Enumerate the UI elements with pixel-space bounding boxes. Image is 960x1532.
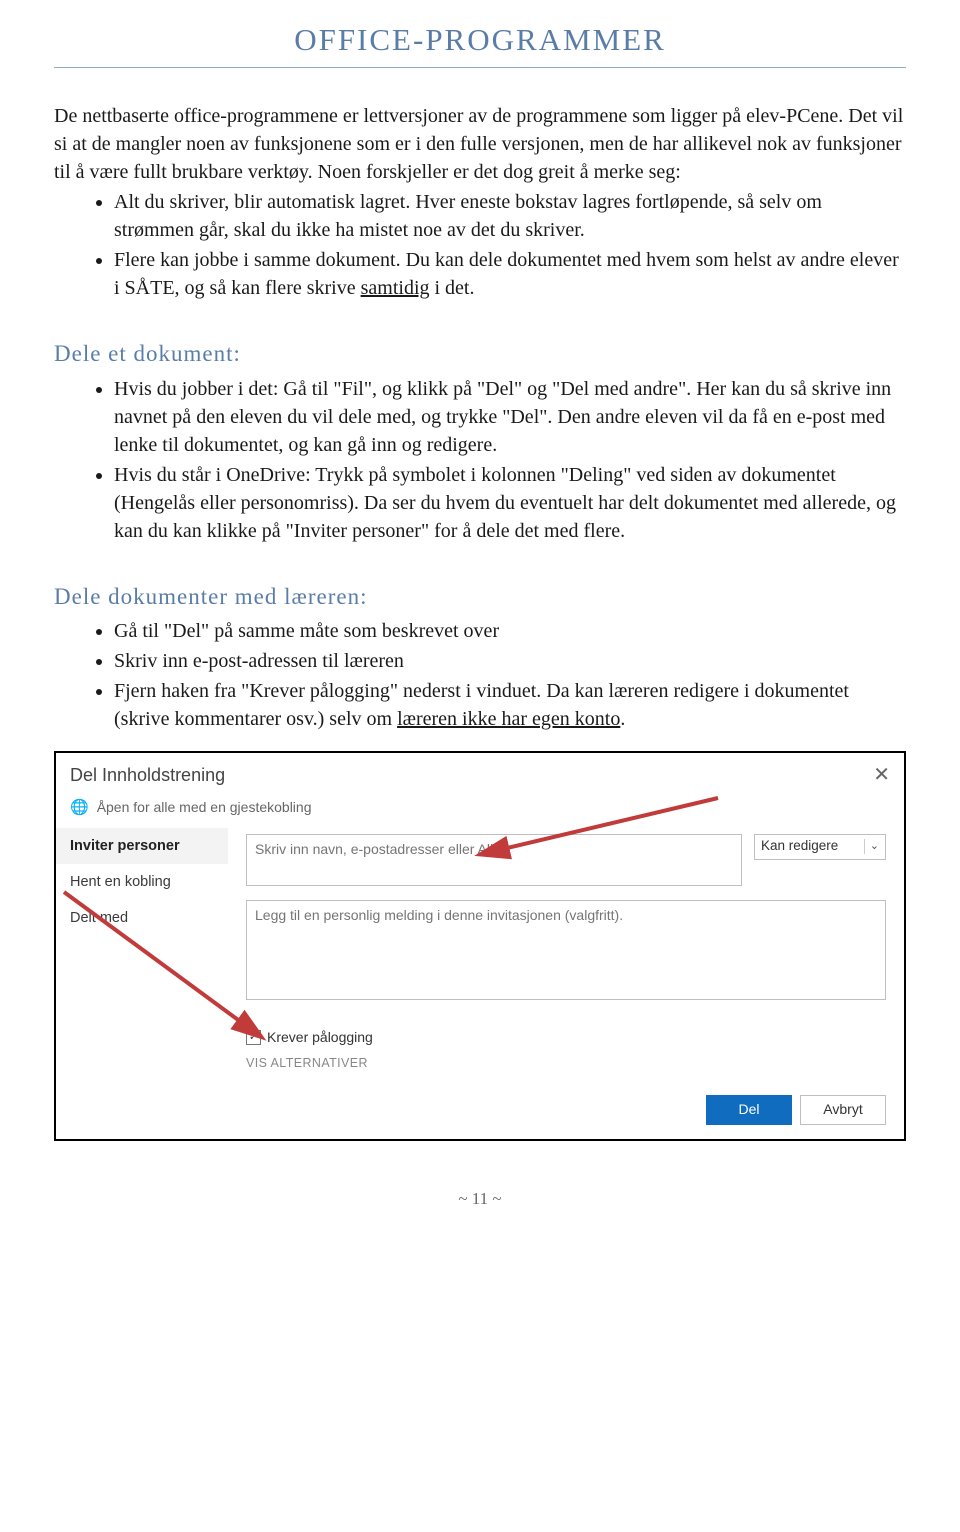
cancel-button[interactable]: Avbryt [800, 1095, 886, 1125]
page-title: OFFICE-PROGRAMMER [54, 0, 906, 67]
bullet-collab: Flere kan jobbe i samme dokument. Du kan… [114, 246, 906, 302]
bullet-collab-underline: samtidig [361, 277, 430, 299]
dialog-button-row: Del Avbryt [246, 1095, 886, 1125]
title-divider [54, 67, 906, 68]
share-scope-row[interactable]: 🌐 Åpen for alle med en gjestekobling [56, 796, 904, 828]
invite-names-input[interactable] [246, 834, 742, 886]
bullet-enter-email: Skriv inn e-post-adressen til læreren [114, 647, 906, 675]
dialog-body: Inviter personer Hent en kobling Delt me… [56, 828, 904, 1139]
intro-paragraph: De nettbaserte office-programmene er let… [54, 102, 906, 186]
share-teacher-bullets: Gå til "Del" på samme måte som beskrevet… [54, 617, 906, 733]
permission-select[interactable]: Kan redigere ⌄ [754, 834, 886, 860]
bullet-collab-b: i det. [430, 277, 475, 299]
require-login-label: Krever pålogging [267, 1028, 373, 1048]
permission-label: Kan redigere [761, 837, 838, 856]
share-doc-bullets: Hvis du jobber i det: Gå til "Fil", og k… [54, 375, 906, 545]
globe-icon: 🌐 [70, 800, 89, 815]
nav-shared-with[interactable]: Delt med [56, 900, 228, 936]
page-number: ~ 11 ~ [54, 1187, 906, 1211]
dialog-title: Del Innholdstrening [70, 763, 225, 788]
close-icon[interactable]: ✕ [873, 765, 890, 785]
dialog-header: Del Innholdstrening ✕ [56, 753, 904, 796]
require-login-checkbox[interactable]: ✓ [246, 1030, 261, 1045]
heading-share-teacher: Dele dokumenter med læreren: [54, 581, 906, 613]
bullet-uncheck-underline: læreren ikke har egen konto [397, 708, 620, 730]
bullet-goto-del: Gå til "Del" på samme måte som beskrevet… [114, 617, 906, 645]
show-alternatives-link[interactable]: VIS ALTERNATIVER [246, 1055, 886, 1073]
bullet-uncheck-login: Fjern haken fra "Krever pålogging" neder… [114, 677, 906, 733]
bullet-share-in-doc: Hvis du jobber i det: Gå til "Fil", og k… [114, 375, 906, 459]
nav-invite-people[interactable]: Inviter personer [56, 828, 228, 864]
bullet-uncheck-b: . [620, 708, 625, 730]
require-login-row[interactable]: ✓ Krever pålogging [246, 1028, 886, 1048]
share-dialog: Del Innholdstrening ✕ 🌐 Åpen for alle me… [54, 751, 906, 1141]
invite-row: Kan redigere ⌄ [246, 834, 886, 886]
intro-bullets: Alt du skriver, blir automatisk lagret. … [54, 188, 906, 302]
bullet-share-onedrive: Hvis du står i OneDrive: Trykk på symbol… [114, 461, 906, 545]
heading-share-doc: Dele et dokument: [54, 338, 906, 370]
share-button[interactable]: Del [706, 1095, 792, 1125]
bullet-collab-a: Flere kan jobbe i samme dokument. Du kan… [114, 249, 899, 299]
invite-message-input[interactable] [246, 900, 886, 1000]
bullet-autosave: Alt du skriver, blir automatisk lagret. … [114, 188, 906, 244]
chevron-down-icon: ⌄ [864, 839, 879, 854]
intro-section: De nettbaserte office-programmene er let… [54, 102, 906, 302]
nav-get-link[interactable]: Hent en kobling [56, 864, 228, 900]
dialog-main: Kan redigere ⌄ ✓ Krever pålogging VIS AL… [228, 828, 904, 1139]
share-scope-label: Åpen for alle med en gjestekobling [97, 798, 312, 818]
dialog-sidebar: Inviter personer Hent en kobling Delt me… [56, 828, 228, 1139]
